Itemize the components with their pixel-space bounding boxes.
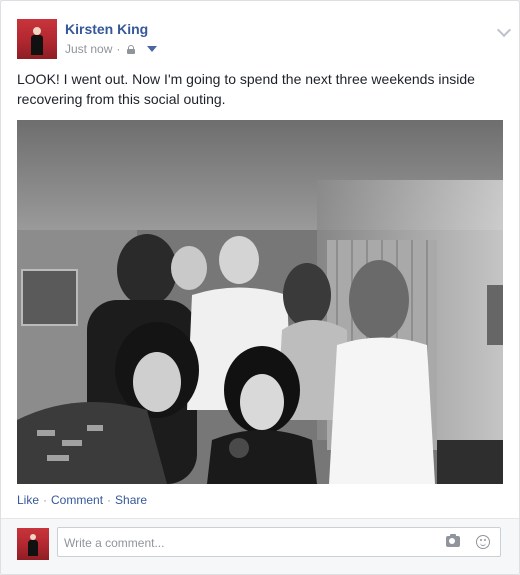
chevron-down-icon[interactable] [496, 22, 512, 38]
meta-separator: · [116, 42, 121, 56]
group-photo-image [17, 120, 503, 484]
avatar-figure-body [31, 35, 43, 55]
post-text: LOOK! I went out. Now I'm going to spend… [17, 71, 475, 107]
post-header: Kirsten King Just now · [17, 19, 512, 63]
smiley-icon[interactable] [476, 535, 490, 549]
comment-placeholder: Write a comment... [64, 536, 165, 550]
caret-down-icon[interactable] [147, 46, 158, 52]
like-link[interactable]: Like [17, 493, 39, 507]
share-link[interactable]: Share [115, 493, 147, 507]
camera-icon[interactable] [446, 534, 460, 547]
post-actions: Like · Comment · Share [17, 493, 147, 507]
commenter-avatar [17, 528, 49, 560]
comment-bar: Write a comment... [1, 519, 519, 574]
avatar-figure-body [28, 540, 38, 556]
author-avatar[interactable] [17, 19, 57, 59]
post-photo[interactable] [17, 120, 503, 484]
action-separator: · [43, 493, 48, 507]
post-timestamp[interactable]: Just now [65, 42, 112, 56]
author-name[interactable]: Kirsten King [65, 21, 148, 37]
comment-link[interactable]: Comment [51, 493, 103, 507]
avatar-figure-head [33, 27, 41, 35]
lock-icon [127, 44, 136, 54]
post-meta: Just now · [65, 42, 158, 56]
comment-input[interactable]: Write a comment... [57, 527, 501, 557]
action-separator: · [107, 493, 112, 507]
post-card: Kirsten King Just now · LOOK! I went out… [0, 0, 520, 575]
